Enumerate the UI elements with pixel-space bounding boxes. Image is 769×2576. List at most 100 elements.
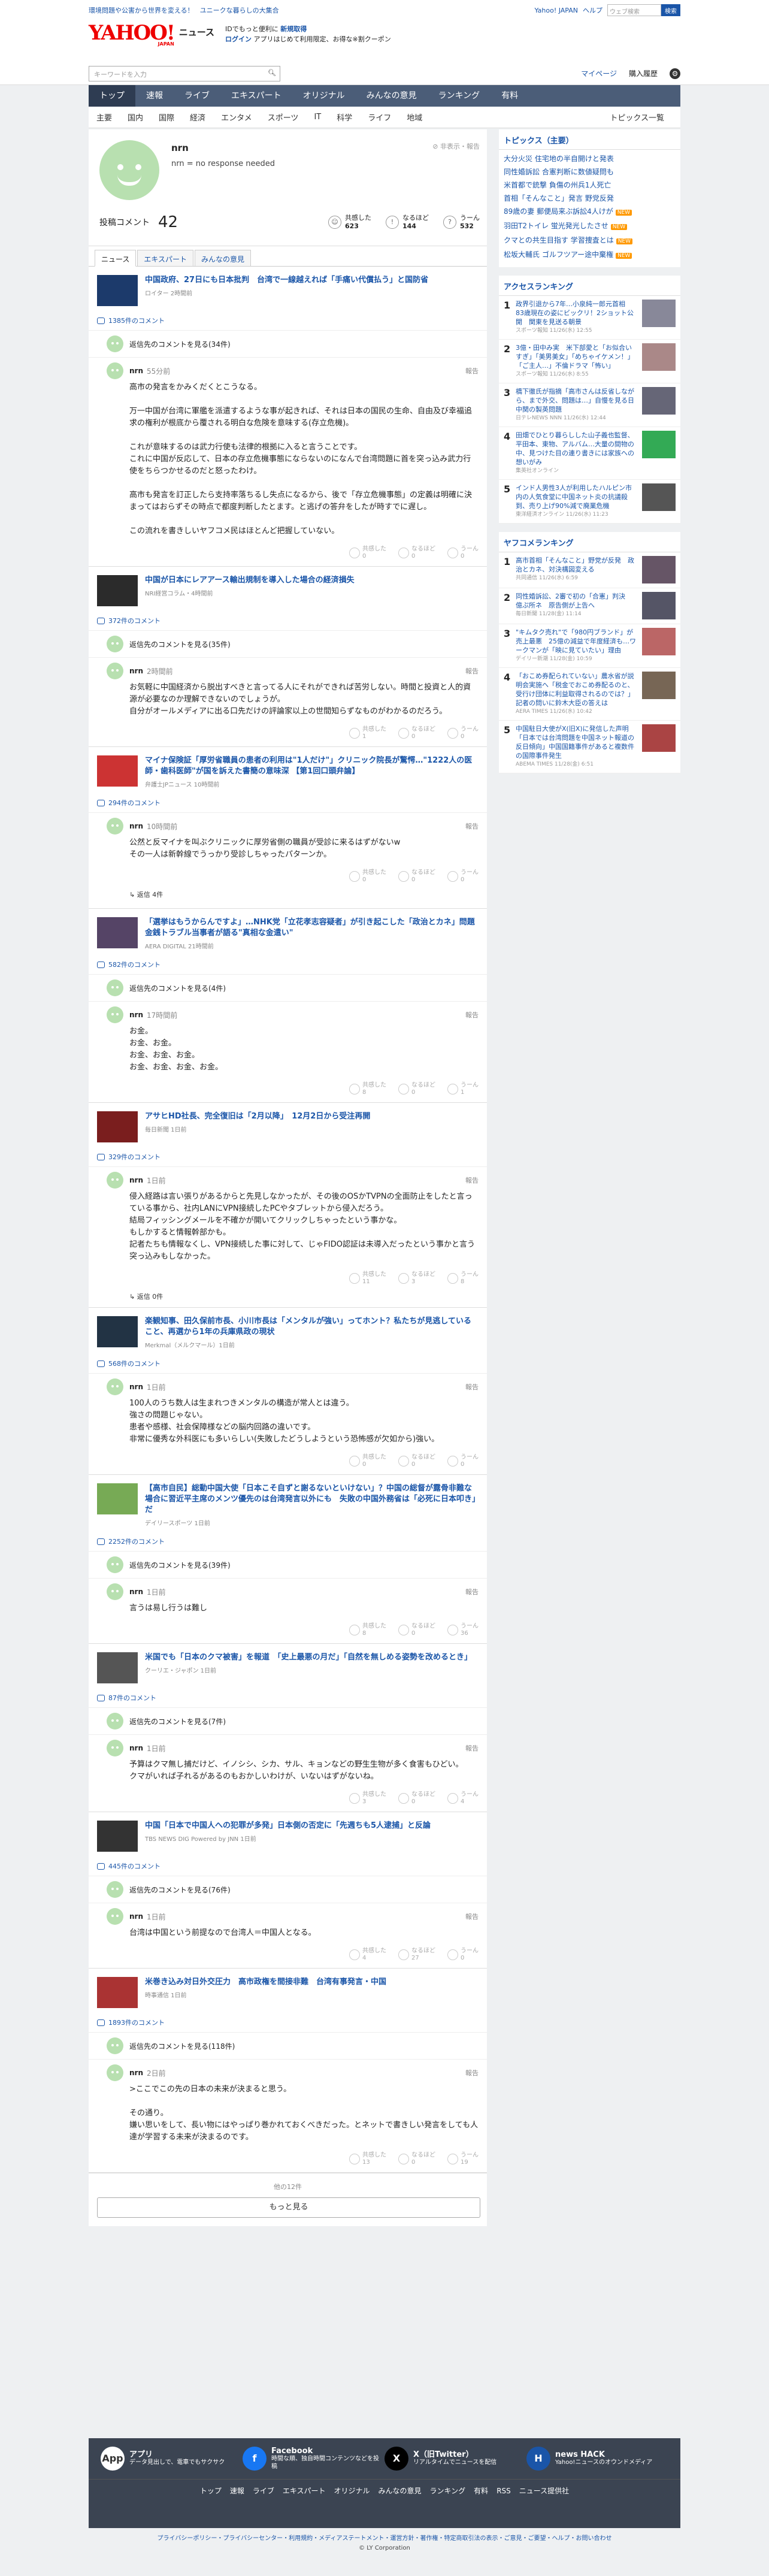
ranking-thumbnail[interactable] <box>642 724 676 752</box>
footer-nav-link[interactable]: RSS <box>496 2487 511 2495</box>
ranking-title[interactable]: 政界引退から7年…小泉純一郎元首相 83歳現在の姿にビックリ！2ショット公開 関… <box>516 300 642 335</box>
empathy-button[interactable]: 共感した 0 <box>349 869 386 884</box>
gear-icon[interactable]: ⚙ <box>670 68 680 79</box>
naruhodo-button[interactable]: なるほど 0 <box>398 726 435 740</box>
footer-nav-link[interactable]: 有料 <box>474 2487 488 2495</box>
tab-opinion[interactable]: みんなの意見 <box>195 250 252 266</box>
profile-report-link[interactable]: ⊘ 非表示・報告 <box>432 141 480 151</box>
reply-to-link[interactable]: 返信先のコメントを見る(39件) <box>129 1560 231 1570</box>
web-search-input[interactable]: ウェブ検索 <box>607 4 661 16</box>
report-link[interactable]: 報告 <box>465 1382 479 1392</box>
web-search-button[interactable]: 検索 <box>661 4 680 16</box>
topic-link[interactable]: 首相「そんなこと」発言 野党反発 <box>499 192 680 205</box>
ranking-thumbnail[interactable] <box>642 672 676 699</box>
help-link[interactable]: ヘルプ <box>583 5 603 15</box>
article-title[interactable]: 米国でも「日本のクマ被害」を報道 「史上最悪の月だ」「自然を無しめる姿勢を改める… <box>145 1652 472 1663</box>
cat-domestic[interactable]: 国内 <box>120 111 151 123</box>
comment-author[interactable]: nrn <box>129 2069 143 2077</box>
gnav-paid[interactable]: 有料 <box>491 85 529 107</box>
cat-entertainment[interactable]: エンタメ <box>213 111 260 123</box>
naruhodo-button[interactable]: なるほど 27 <box>398 1948 435 1962</box>
reply-to-link[interactable]: 返信先のコメントを見る(35件) <box>129 639 231 649</box>
naruhodo-button[interactable]: なるほど 0 <box>398 1623 435 1637</box>
footer-box-x[interactable]: X X（旧Twitter） リアルタイムでニュースを配信 <box>384 2447 526 2471</box>
article-card[interactable]: 「選挙はもうからんですよ」…NHK党「立花孝志容疑者」が引き起こした「政治とカネ… <box>89 909 487 955</box>
reply-to-link[interactable]: 返信先のコメントを見る(34件) <box>129 339 231 349</box>
empathy-button[interactable]: 共感した 8 <box>349 1082 386 1096</box>
report-link[interactable]: 報告 <box>465 666 479 676</box>
cat-sports[interactable]: スポーツ <box>260 111 307 123</box>
ranking-thumbnail[interactable] <box>642 431 676 458</box>
ranking-thumbnail[interactable] <box>642 628 676 655</box>
ranking-item[interactable]: 3 橋下徹氏が指摘「高市さんは反省しながら、まで外交、問題は…」自慢を見る日中関の… <box>499 383 680 427</box>
reply-to-link[interactable]: 返信先のコメントを見る(7件) <box>129 1716 226 1727</box>
replies-toggle[interactable]: ↳ 返信 4件 <box>89 890 487 905</box>
ranking-title[interactable]: 高市首相「そんなこと」野党が反発 政治とカネ、対決構図変える 共同通信 11/26… <box>516 556 642 584</box>
more-button[interactable]: もっと見る <box>97 2197 480 2218</box>
gnav-top[interactable]: トップ <box>89 85 135 107</box>
cat-science[interactable]: 科学 <box>329 111 360 123</box>
article-thumbnail[interactable] <box>97 917 138 948</box>
comment-count-link[interactable]: 1893件のコメント <box>89 2013 487 2032</box>
footer-box-newshack[interactable]: Hnews HACK Yahoo!ニュースのオウンドメディア <box>526 2447 668 2471</box>
naruhodo-button[interactable]: なるほど 0 <box>398 546 435 560</box>
topic-link[interactable]: 89歳の妻 郵便局来ぶ訴訟4人けが NEW <box>499 205 680 219</box>
ranking-thumbnail[interactable] <box>642 592 676 619</box>
ranking-thumbnail[interactable] <box>642 387 676 415</box>
empathy-button[interactable]: 共感した 3 <box>349 1791 386 1806</box>
naruhodo-button[interactable]: なるほど 0 <box>398 1454 435 1468</box>
article-card[interactable]: 中国が日本にレアアース輸出規制を導入した場合の経済損失 NRI経営コラム・4時間前 <box>89 567 487 611</box>
reply-to-row[interactable]: 返信先のコメントを見る(118件) <box>89 2032 487 2059</box>
ranking-title[interactable]: 3億・田中み実 米下部愛と「お似合いすぎ」「美男美女」「めちゃイケメン！」「ご主… <box>516 343 642 379</box>
article-thumbnail[interactable] <box>97 755 138 787</box>
ranking-thumbnail[interactable] <box>642 483 676 511</box>
footer-nav-link[interactable]: ランキング <box>430 2487 466 2495</box>
search-icon[interactable]: 🔍︎ <box>268 69 276 77</box>
report-link[interactable]: 報告 <box>465 1743 479 1753</box>
comment-count-link[interactable]: 294件のコメント <box>89 793 487 812</box>
naruhodo-button[interactable]: なるほど 0 <box>398 1791 435 1806</box>
comment-author[interactable]: nrn <box>129 1011 143 1019</box>
cat-economy[interactable]: 経済 <box>182 111 213 123</box>
ranking-item[interactable]: 1 政界引退から7年…小泉純一郎元首相 83歳現在の姿にビックリ！2ショット公開 … <box>499 296 680 340</box>
topic-link[interactable]: 大分火災 住宅地の半自開けと発表 <box>499 152 680 165</box>
hmm-button[interactable]: うーん 0 <box>447 726 479 740</box>
ranking-title[interactable]: 「おこめ券配られていない」農水省が説明会実施へ「税金でおこめ券配るのと、受行け団… <box>516 672 642 716</box>
promo-link-1[interactable]: 環境問題や公害から世界を変える！ <box>89 7 194 14</box>
empathy-button[interactable]: 共感した 13 <box>349 2152 386 2166</box>
article-thumbnail[interactable] <box>97 1111 138 1142</box>
hmm-button[interactable]: うーん 1 <box>447 1082 479 1096</box>
tab-news[interactable]: ニュース <box>95 250 137 267</box>
article-thumbnail[interactable] <box>97 1316 138 1347</box>
naruhodo-button[interactable]: なるほど 0 <box>398 1082 435 1096</box>
replies-toggle[interactable]: ↳ 返信 0件 <box>89 1292 487 1307</box>
cat-region[interactable]: 地域 <box>399 111 430 123</box>
cat-life[interactable]: ライフ <box>360 111 399 123</box>
article-card[interactable]: マイナ保険証「厚労省職員の患者の利用は"1人だけ"」クリニック院長が驚愕…"12… <box>89 747 487 793</box>
topic-link[interactable]: 同性婚訴訟 合憲判断に数値疑問も <box>499 165 680 179</box>
legal-link-list[interactable]: プライバシーポリシー・プライバシーセンター・利用規約・メディアステートメント・運… <box>158 2535 612 2542</box>
gnav-original[interactable]: オリジナル <box>292 85 356 107</box>
comment-count-link[interactable]: 1385件のコメント <box>89 311 487 330</box>
comment-author[interactable]: nrn <box>129 1588 143 1596</box>
article-card[interactable]: 中国「日本で中国人への犯罪が多発」日本側の否定に「先週ちも5人逮捕」と反論 TBS… <box>89 1812 487 1857</box>
ranking-item[interactable]: 2 同性婚訴訟、2審で初の「合憲」判決 億ぷ所ネ 原告側が上告へ 毎日新聞 11/2… <box>499 588 680 624</box>
article-card[interactable]: アサヒHD社長、完全復旧は「2月以降」 12月2日から受注再開 毎日新聞 1日前 <box>89 1103 487 1147</box>
footer-nav-link[interactable]: エキスパート <box>283 2487 326 2495</box>
ranking-title[interactable]: 田畑でひとり暮らしした山子義也監督、平田本、東物、アルバム…大量の間物の中、見つ… <box>516 431 642 476</box>
report-link[interactable]: 報告 <box>465 1010 479 1020</box>
cat-world[interactable]: 国際 <box>151 111 182 123</box>
footer-box-facebook[interactable]: f Facebook 時間な順、独自時間コンテンツなどを投稿 <box>243 2447 384 2471</box>
reply-to-row[interactable]: 返信先のコメントを見る(39件) <box>89 1551 487 1578</box>
gnav-ranking[interactable]: ランキング <box>428 85 491 107</box>
article-card[interactable]: 米国でも「日本のクマ被害」を報道 「史上最悪の月だ」「自然を無しめる姿勢を改める… <box>89 1644 487 1688</box>
article-thumbnail[interactable] <box>97 1652 138 1683</box>
reply-to-row[interactable]: 返信先のコメントを見る(35件) <box>89 630 487 657</box>
comment-count-link[interactable]: 568件のコメント <box>89 1354 487 1373</box>
ranking-title[interactable]: インド人男性3人が利用したハルピン市内の人気食堂に中国ネット炎の抗議殺到、売り上… <box>516 483 642 519</box>
comment-author[interactable]: nrn <box>129 1383 143 1391</box>
ranking-item[interactable]: 1 高市首相「そんなこと」野党が反発 政治とカネ、対決構図変える 共同通信 11/2… <box>499 552 680 588</box>
ranking-thumbnail[interactable] <box>642 300 676 327</box>
gnav-opinion[interactable]: みんなの意見 <box>356 85 428 107</box>
yahoo-logo[interactable]: YAHOO! JAPAN <box>89 23 175 47</box>
